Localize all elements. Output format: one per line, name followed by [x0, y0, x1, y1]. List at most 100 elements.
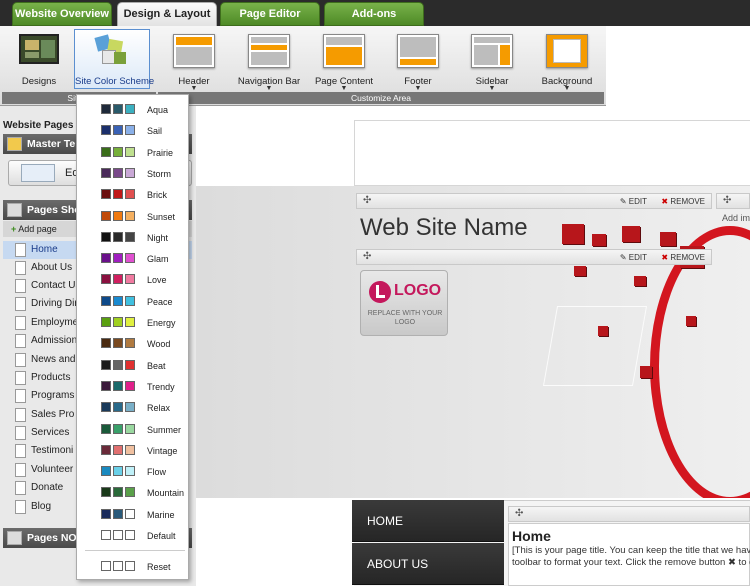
remove-block-button[interactable]: ✖ REMOVE: [661, 197, 705, 206]
red-cube: [634, 276, 646, 286]
color-scheme-mountain[interactable]: Mountain: [77, 482, 188, 503]
move-handle-icon[interactable]: ✣: [363, 195, 371, 206]
color-swatch: [113, 167, 123, 178]
footer-caret-icon: ▼: [414, 85, 422, 92]
color-scheme-vintage[interactable]: Vintage: [77, 440, 188, 461]
color-scheme-label: Summer: [147, 424, 182, 435]
color-scheme-default[interactable]: Default: [77, 525, 188, 546]
reset-swatch: [101, 561, 111, 571]
color-scheme-label: Default: [147, 531, 176, 541]
color-scheme-prairie[interactable]: Prairie: [77, 142, 188, 163]
logo-placeholder[interactable]: LOGO REPLACE WITH YOUR LOGO: [360, 270, 448, 336]
move-handle-icon[interactable]: ✣: [363, 251, 371, 262]
remove-x-icon: ✖: [661, 253, 669, 262]
color-scheme-sunset[interactable]: Sunset: [77, 206, 188, 227]
color-swatch: [101, 295, 111, 306]
color-scheme-summer[interactable]: Summer: [77, 419, 188, 440]
tab-website-overview[interactable]: Website Overview: [12, 2, 112, 26]
sidebar-layout-icon: [471, 34, 513, 68]
color-swatch: [125, 189, 135, 200]
site-name-block-toolbar: ✣ ✎ EDIT ✖ REMOVE: [356, 193, 712, 209]
color-scheme-wood[interactable]: Wood: [77, 333, 188, 354]
color-scheme-flow[interactable]: Flow: [77, 461, 188, 482]
nav-item-about-us[interactable]: ABOUT US: [352, 543, 504, 585]
color-scheme-label: Vintage: [147, 445, 178, 456]
color-swatch: [125, 317, 135, 327]
color-swatch: [113, 146, 123, 157]
tab-add-ons[interactable]: Add-ons: [324, 2, 424, 26]
color-swatch: [125, 359, 135, 370]
color-scheme-storm[interactable]: Storm: [77, 163, 188, 184]
color-scheme-trendy[interactable]: Trendy: [77, 376, 188, 397]
color-scheme-label: Sunset: [147, 211, 176, 222]
navigation-bar-button[interactable]: Navigation Bar ▼: [236, 30, 302, 92]
reset-color-scheme[interactable]: Reset: [77, 556, 188, 577]
page-item-label: Products: [31, 372, 71, 383]
edit-block-button[interactable]: ✎ EDIT: [620, 197, 647, 206]
color-scheme-label: Night: [147, 232, 169, 243]
color-swatch: [101, 508, 111, 519]
page-title-heading[interactable]: Home: [512, 528, 551, 544]
color-swatch: [101, 530, 111, 540]
color-scheme-energy[interactable]: Energy: [77, 312, 188, 333]
remove-label: REMOVE: [670, 253, 705, 262]
color-swatch: [101, 338, 111, 349]
header-button[interactable]: Header ▼: [162, 30, 226, 92]
remove-block-button[interactable]: ✖ REMOVE: [661, 253, 705, 262]
tab-design-layout[interactable]: Design & Layout: [117, 2, 217, 27]
page-item-label: Blog: [31, 501, 52, 512]
color-swatch: [125, 253, 135, 264]
move-handle-icon[interactable]: ✣: [723, 195, 731, 206]
color-swatch: [113, 253, 123, 264]
color-swatch: [125, 295, 135, 306]
site-color-scheme-button[interactable]: Site Color Scheme: [74, 29, 154, 89]
page-content-button[interactable]: Page Content ▼: [312, 30, 376, 92]
color-swatch: [101, 231, 111, 242]
site-name-text[interactable]: Web Site Name: [360, 214, 528, 242]
page-icon: [15, 426, 26, 440]
page-item-label: Driving Dir: [31, 298, 78, 309]
logo-text: LOGO: [394, 282, 442, 299]
color-swatch: [101, 402, 111, 413]
color-swatch: [113, 189, 123, 200]
tab-page-editor[interactable]: Page Editor: [220, 2, 320, 26]
background-button[interactable]: Background ▼: [534, 30, 600, 92]
ribbon-group-customize-area: Customize Area: [158, 92, 604, 104]
color-swatch: [125, 274, 135, 285]
color-swatch: [101, 487, 111, 498]
page-icon: [15, 389, 26, 403]
pages-not-shown-label: Pages NOT: [27, 532, 84, 544]
designs-button[interactable]: Designs: [8, 30, 70, 92]
page-hint-line-2: toolbar to format your text. Click the r…: [512, 557, 750, 568]
nav-item-home[interactable]: HOME: [352, 500, 504, 542]
color-scheme-beat[interactable]: Beat: [77, 355, 188, 376]
ribbon-empty-area: [606, 26, 750, 106]
color-scheme-love[interactable]: Love: [77, 269, 188, 290]
color-scheme-marine[interactable]: Marine: [77, 504, 188, 525]
color-swatch: [125, 530, 135, 540]
color-scheme-label: Love: [147, 275, 167, 286]
color-scheme-brick[interactable]: Brick: [77, 184, 188, 205]
move-handle-icon[interactable]: ✣: [515, 508, 523, 519]
color-swatch: [101, 317, 111, 327]
page-item-label: Programs: [31, 390, 75, 401]
sidebar-button[interactable]: Sidebar ▼: [460, 30, 524, 92]
page-item-label: About Us: [31, 262, 73, 273]
add-image-link[interactable]: Add im: [722, 213, 750, 223]
color-scheme-sail[interactable]: Sail: [77, 120, 188, 141]
color-swatch: [113, 402, 123, 413]
footer-button[interactable]: Footer ▼: [386, 30, 450, 92]
red-cube: [686, 316, 696, 326]
color-scheme-night[interactable]: Night: [77, 227, 188, 248]
color-scheme-peace[interactable]: Peace: [77, 291, 188, 312]
color-swatch: [113, 530, 123, 540]
color-scheme-relax[interactable]: Relax: [77, 397, 188, 418]
edit-block-button[interactable]: ✎ EDIT: [620, 253, 647, 262]
color-scheme-aqua[interactable]: Aqua: [77, 99, 188, 120]
color-scheme-glam[interactable]: Glam: [77, 248, 188, 269]
designs-icon: [19, 34, 59, 64]
color-swatch: [101, 125, 111, 136]
color-scheme-label: Aqua: [147, 105, 169, 115]
content-block-toolbar: ✣: [508, 506, 750, 522]
glass-frame: [542, 306, 648, 386]
